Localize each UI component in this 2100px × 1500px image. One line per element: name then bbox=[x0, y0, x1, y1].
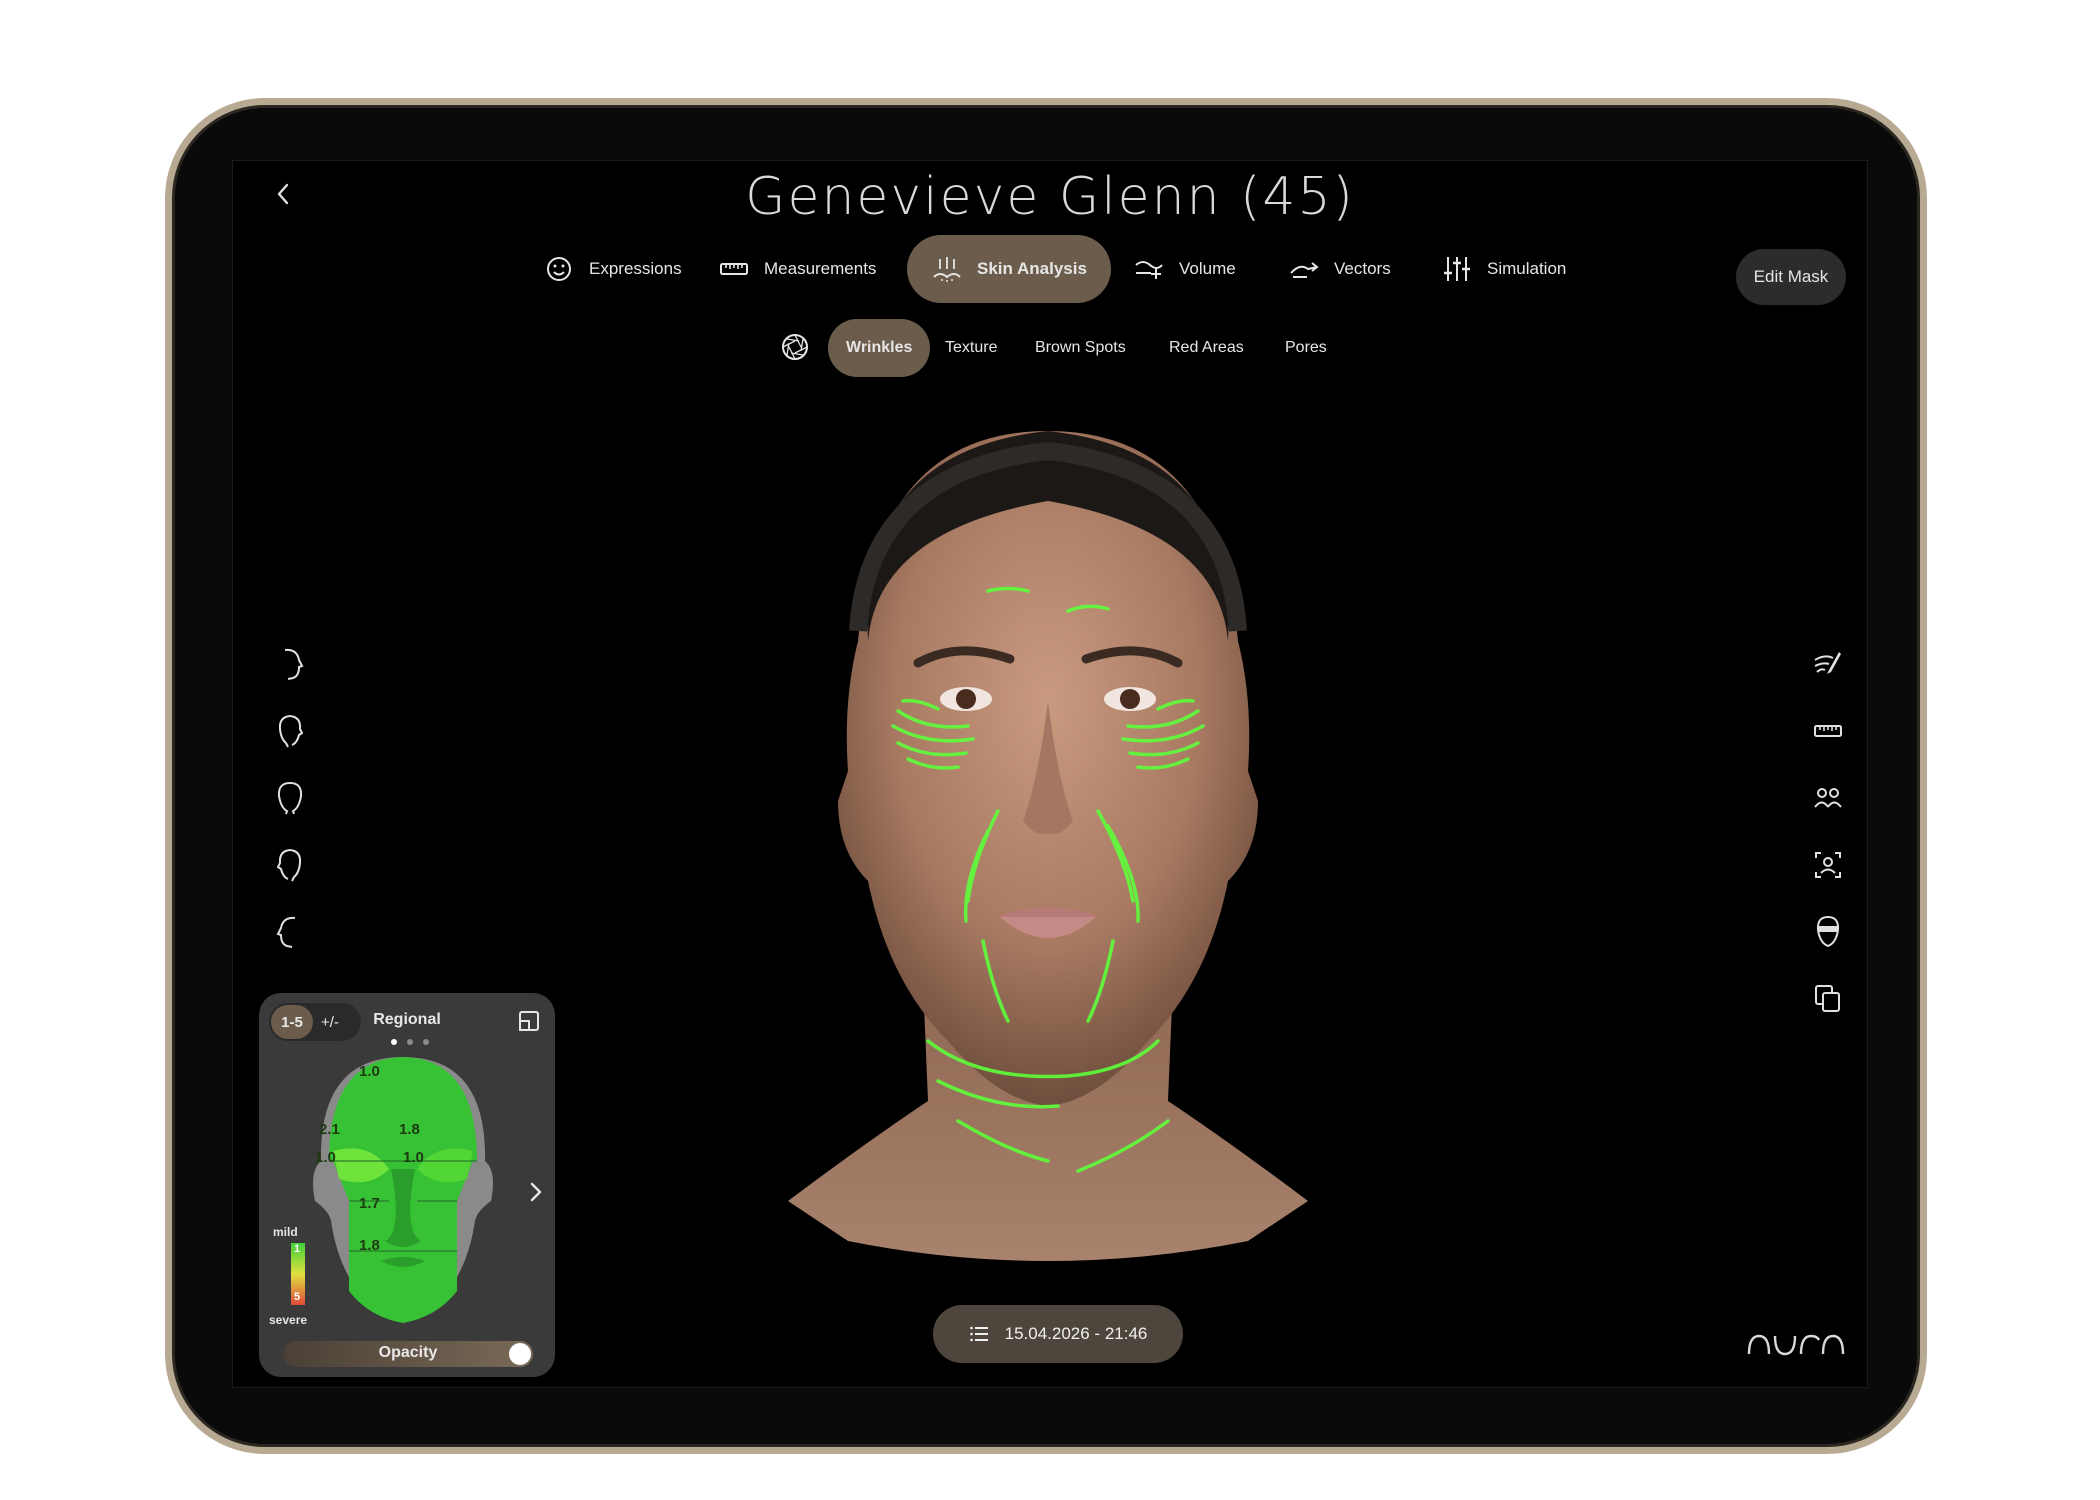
tab-label: Simulation bbox=[1487, 259, 1567, 278]
ruler-tool-icon[interactable] bbox=[1811, 713, 1845, 749]
tab-simulation[interactable]: Simulation bbox=[1441, 235, 1566, 303]
region-cheek-right-score: 1.0 bbox=[403, 1149, 424, 1166]
page-dot bbox=[407, 1039, 413, 1045]
aperture-icon[interactable] bbox=[779, 331, 811, 363]
aura-logo bbox=[1747, 1334, 1845, 1356]
tab-volume[interactable]: Volume bbox=[1133, 235, 1236, 303]
region-forehead-score: 1.0 bbox=[359, 1063, 380, 1080]
subtab-texture[interactable]: Texture bbox=[945, 319, 997, 377]
skin-icon bbox=[933, 257, 961, 282]
opacity-slider[interactable]: Opacity bbox=[283, 1341, 533, 1367]
volume-icon bbox=[1135, 261, 1163, 279]
page-dot bbox=[423, 1039, 429, 1045]
tab-skin-analysis[interactable]: Skin Analysis bbox=[907, 235, 1111, 303]
tab-label: Skin Analysis bbox=[977, 259, 1087, 278]
tab-measurements[interactable]: Measurements bbox=[718, 235, 876, 303]
region-eye-left-score: 2.1 bbox=[319, 1121, 340, 1138]
face-3d-model[interactable] bbox=[748, 381, 1348, 1261]
regional-panel: 1-5 +/- Regional 1.0 2.1 1.8 1.0 1.0 1.7 bbox=[259, 993, 555, 1377]
skin-subtabs: Wrinkles Texture Brown Spots Red Areas P… bbox=[233, 319, 1867, 377]
face-scan-icon[interactable] bbox=[1811, 847, 1845, 883]
sliders-icon bbox=[1444, 257, 1470, 281]
tab-label: Volume bbox=[1179, 259, 1236, 278]
profile-left-icon[interactable] bbox=[273, 914, 307, 950]
three-quarter-left-icon[interactable] bbox=[273, 847, 307, 883]
tab-vectors[interactable]: Vectors bbox=[1288, 235, 1391, 303]
subtab-pores[interactable]: Pores bbox=[1285, 319, 1327, 377]
brush-icon[interactable] bbox=[1811, 646, 1845, 682]
vectors-icon bbox=[1290, 262, 1319, 278]
legend-mild-label: mild bbox=[273, 1225, 298, 1239]
panel-title: Regional bbox=[373, 1011, 441, 1028]
compare-people-icon[interactable] bbox=[1811, 780, 1845, 816]
region-eye-right-score: 1.8 bbox=[399, 1121, 420, 1138]
regional-face-map bbox=[313, 1057, 493, 1323]
region-chin-score: 1.8 bbox=[359, 1237, 380, 1254]
edit-mask-button[interactable]: Edit Mask bbox=[1736, 249, 1846, 305]
copy-icon[interactable] bbox=[1811, 981, 1845, 1017]
expand-icon[interactable] bbox=[517, 1009, 541, 1033]
session-date-button[interactable]: 15.04.2026 - 21:46 bbox=[933, 1305, 1183, 1363]
list-icon bbox=[969, 1326, 988, 1342]
tab-expressions[interactable]: Expressions bbox=[543, 235, 682, 303]
page-indicator bbox=[385, 1039, 433, 1047]
legend-max: 5 bbox=[294, 1291, 301, 1303]
tab-label: Measurements bbox=[764, 259, 877, 278]
subtab-wrinkles[interactable]: Wrinkles bbox=[828, 319, 931, 377]
opacity-label: Opacity bbox=[378, 1344, 438, 1361]
legend-severe-label: severe bbox=[269, 1313, 308, 1327]
tab-label: Expressions bbox=[589, 259, 682, 278]
profile-right-icon[interactable] bbox=[273, 646, 307, 682]
three-quarter-right-icon[interactable] bbox=[273, 713, 307, 749]
opacity-knob[interactable] bbox=[509, 1343, 531, 1365]
main-tabs: Expressions Measurements Skin Analysis V… bbox=[233, 235, 1867, 303]
app-screen: Genevieve Glenn (45) Expressions Measure… bbox=[232, 160, 1868, 1388]
region-cheek-left-score: 1.0 bbox=[315, 1149, 336, 1166]
subtab-brown-spots[interactable]: Brown Spots bbox=[1035, 319, 1126, 377]
page-dot bbox=[391, 1039, 397, 1045]
legend-min: 1 bbox=[294, 1243, 301, 1255]
chevron-right-icon[interactable] bbox=[527, 1179, 545, 1205]
ruler-icon bbox=[720, 263, 748, 275]
tab-label: Vectors bbox=[1334, 259, 1391, 278]
mask-icon[interactable] bbox=[1811, 914, 1845, 950]
subtab-red-areas[interactable]: Red Areas bbox=[1169, 319, 1244, 377]
patient-title: Genevieve Glenn (45) bbox=[745, 167, 1355, 227]
session-timestamp: 15.04.2026 - 21:46 bbox=[1004, 1324, 1148, 1343]
smiley-icon bbox=[547, 257, 571, 281]
region-mouth-score: 1.7 bbox=[359, 1195, 380, 1212]
front-head-icon[interactable] bbox=[273, 780, 307, 816]
